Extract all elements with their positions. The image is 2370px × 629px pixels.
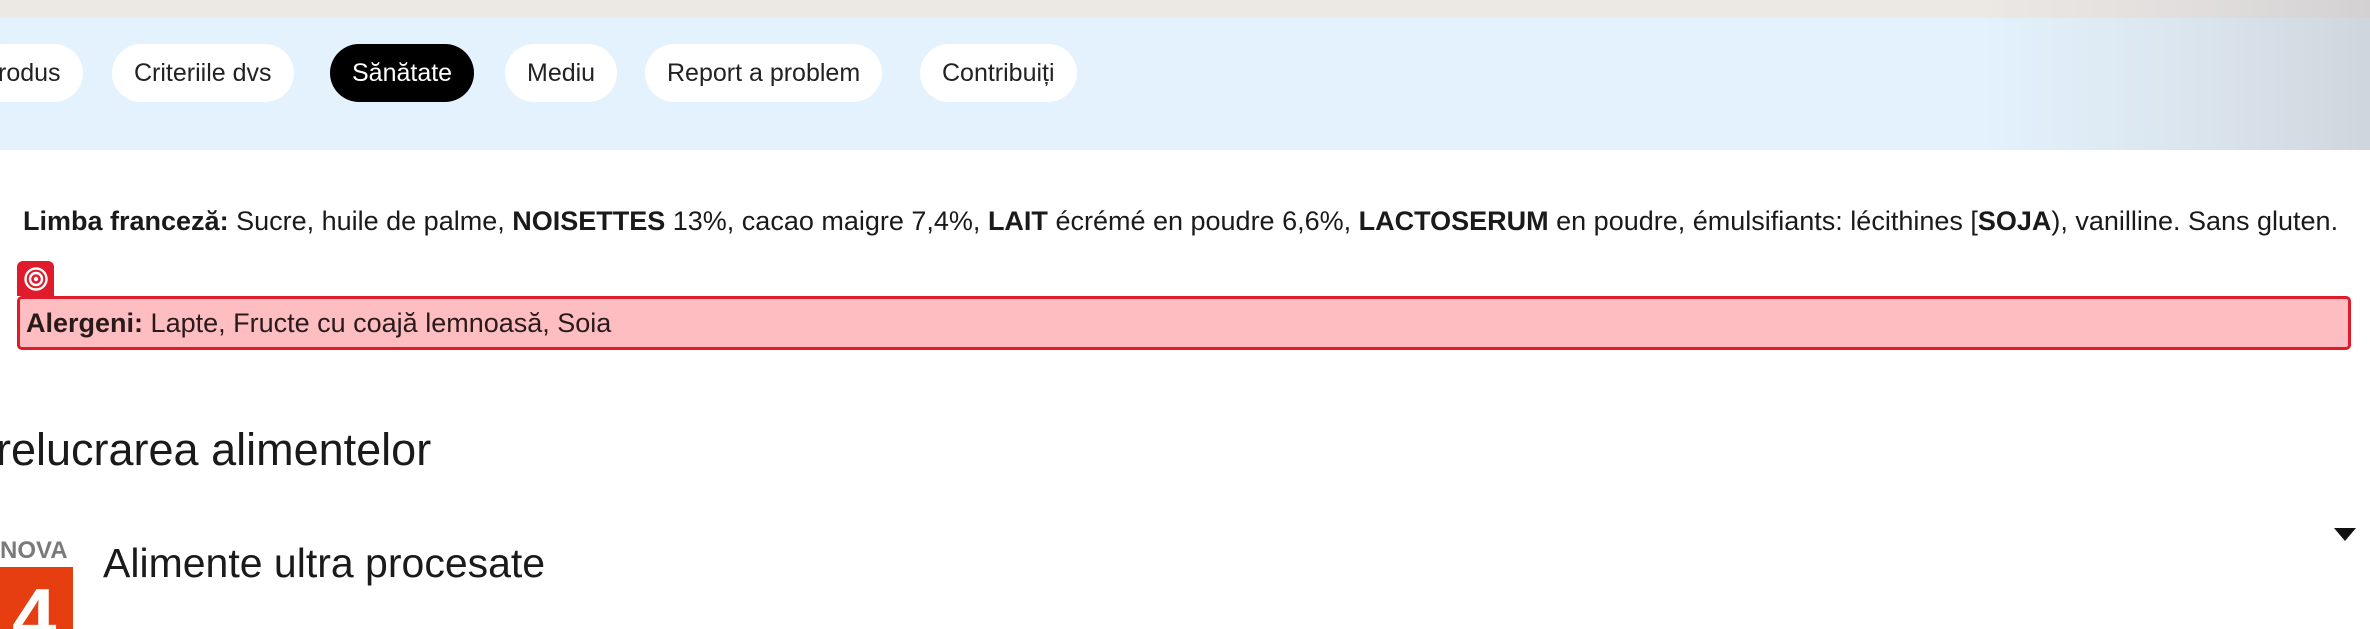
nova-group-number: 4: [12, 572, 57, 629]
nova-group-badge: 4: [0, 567, 73, 629]
tab-produs[interactable]: rodus: [0, 44, 83, 102]
tab-criteriile-dvs[interactable]: Criteriile dvs: [112, 44, 294, 102]
nova-label: NOVA: [0, 537, 68, 564]
ingredients-label: Limba franceză:: [23, 206, 229, 236]
tab-report-a-problem[interactable]: Report a problem: [645, 44, 883, 102]
allergens-text: Alergeni: Lapte, Fructe cu coajă lemnoas…: [26, 299, 611, 347]
allergens-highlight[interactable]: Alergeni: Lapte, Fructe cu coajă lemnoas…: [17, 296, 2351, 350]
allergens-value: Lapte, Fructe cu coajă lemnoasă, Soia: [150, 308, 612, 338]
chevron-down-icon[interactable]: [2334, 528, 2356, 542]
browser-top-strip: [0, 0, 2370, 18]
tab-mediu[interactable]: Mediu: [505, 44, 618, 102]
tab-contributii[interactable]: Contribuiți: [920, 44, 1077, 102]
target-icon[interactable]: [17, 261, 54, 296]
section-tab-bar: rodus Criteriile dvs Sănătate Mediu Repo…: [0, 18, 2370, 150]
tab-sanatate[interactable]: Sănătate: [330, 44, 475, 102]
allergens-label: Alergeni:: [26, 308, 144, 338]
section-title: relucrarea alimentelor: [0, 424, 432, 475]
ingredients-text: Limba franceză: Sucre, huile de palme, N…: [23, 206, 2339, 236]
nova-group-title[interactable]: Alimente ultra procesate: [103, 530, 545, 596]
